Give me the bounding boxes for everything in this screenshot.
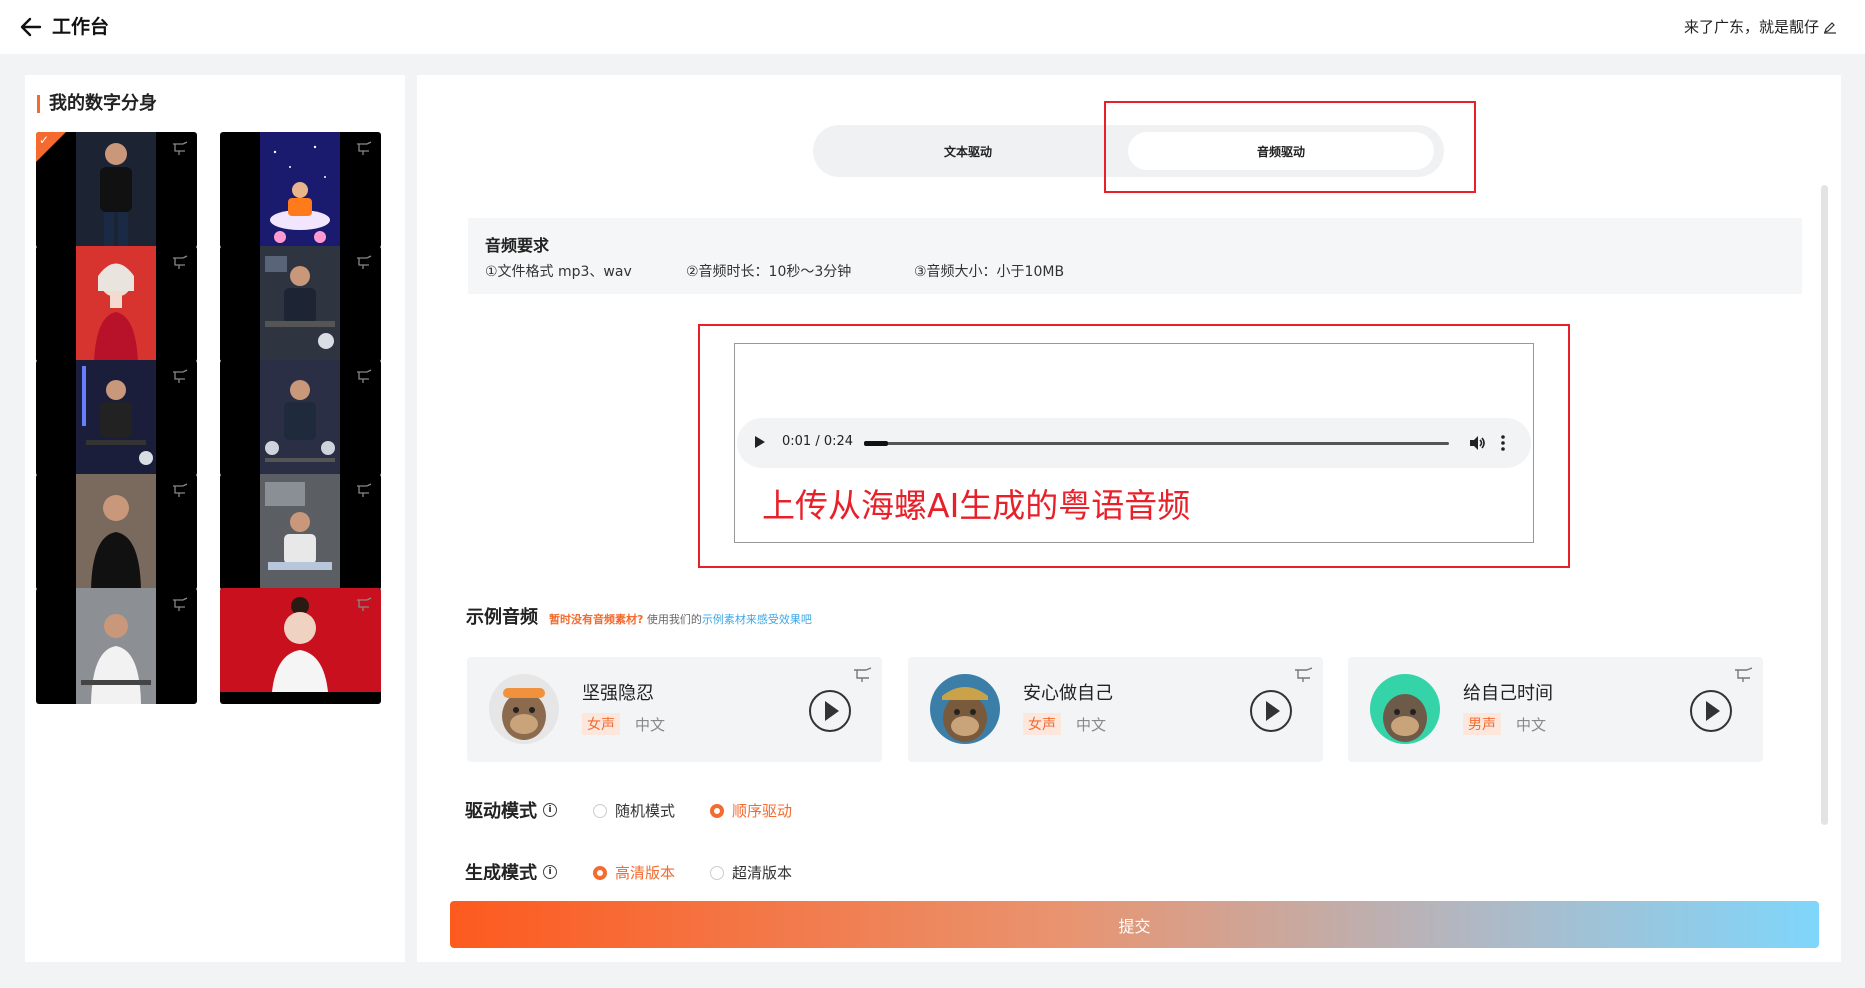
volume-icon[interactable] (1467, 433, 1487, 453)
pin-icon[interactable] (171, 596, 189, 612)
example-avatar (1370, 674, 1440, 744)
tab-text-drive[interactable]: 文本驱动 (823, 132, 1113, 170)
avatar-tile-10[interactable] (220, 588, 381, 704)
hint-link[interactable]: 示例素材来感受效果吧 (702, 613, 812, 626)
example-name: 安心做自己 (1023, 683, 1113, 704)
radio-random-mode[interactable]: 随机模式 (593, 800, 675, 821)
pin-icon[interactable] (355, 596, 373, 612)
example-card-3[interactable]: 给自己时间 男声 中文 (1348, 657, 1763, 762)
example-name: 给自己时间 (1463, 683, 1553, 704)
avatar-tile-8[interactable] (220, 474, 381, 590)
example-avatar (930, 674, 1000, 744)
hint-prefix: 暂时没有音频素材? (549, 613, 644, 626)
avatar-tile-1[interactable]: ✓ (36, 132, 197, 248)
sidebar-title: 我的数字分身 (37, 93, 157, 115)
requirement-format: ①文件格式 mp3、wav (485, 264, 632, 280)
pin-icon[interactable] (1733, 665, 1755, 683)
play-icon[interactable] (755, 436, 765, 448)
seek-progress (864, 441, 889, 446)
info-icon[interactable]: i (543, 865, 557, 879)
play-button[interactable] (809, 690, 851, 732)
edit-pencil-icon[interactable] (1823, 20, 1837, 34)
requirement-duration: ②音频时长：10秒～3分钟 (686, 264, 852, 280)
gender-badge: 女声 (1023, 713, 1061, 735)
avatar-tile-4[interactable] (220, 246, 381, 362)
play-button[interactable] (1250, 690, 1292, 732)
annotation-text: 上传从海螺AI生成的粤语音频 (762, 486, 1191, 525)
top-bar: 工作台 来了广东，就是靓仔 (0, 0, 1865, 54)
drive-mode-label: 驱动模式 i (465, 797, 557, 823)
requirement-size: ③音频大小：小于10MB (914, 264, 1065, 280)
footer-mask (418, 880, 1821, 900)
examples-hint: 暂时没有音频素材? 使用我们的示例素材来感受效果吧 (549, 611, 812, 627)
gender-badge: 女声 (582, 713, 620, 735)
avatar-tile-7[interactable] (36, 474, 197, 590)
radio-dot (710, 803, 724, 818)
radio-dot (593, 803, 607, 818)
avatar-sidebar: 我的数字分身 ✓ (25, 75, 405, 962)
user-name: 来了广东，就是靓仔 (1683, 18, 1819, 36)
avatar-tile-9[interactable] (36, 588, 197, 704)
examples-title: 示例音频 (466, 607, 538, 628)
pin-icon[interactable] (171, 140, 189, 156)
requirements-title: 音频要求 (485, 236, 550, 255)
radio-label: 顺序驱动 (732, 802, 793, 820)
pin-icon[interactable] (852, 665, 874, 683)
example-avatar (489, 674, 559, 744)
radio-sequential-mode[interactable]: 顺序驱动 (710, 800, 792, 821)
seek-bar[interactable] (864, 441, 1449, 446)
radio-label: 随机模式 (615, 802, 676, 820)
avatar-tile-3[interactable] (36, 246, 197, 362)
radio-dot (710, 865, 724, 880)
more-options-icon[interactable] (1499, 433, 1507, 453)
page-title: 工作台 (52, 16, 110, 38)
pin-icon[interactable] (171, 482, 189, 498)
language-label: 中文 (1076, 716, 1107, 734)
example-name: 坚强隐忍 (582, 683, 654, 704)
highlight-box (1104, 101, 1476, 193)
arrow-left-icon[interactable] (18, 14, 44, 40)
radio-dot (593, 865, 607, 880)
pin-icon[interactable] (355, 368, 373, 384)
user-name-area[interactable]: 来了广东，就是靓仔 (1684, 16, 1837, 38)
audio-player: 0:01 / 0:24 (737, 418, 1531, 468)
player-time: 0:01 / 0:24 (782, 434, 854, 449)
drive-mode-text: 驱动模式 (465, 801, 537, 822)
pin-icon[interactable] (171, 254, 189, 270)
check-icon: ✓ (39, 133, 50, 147)
example-card-1[interactable]: 坚强隐忍 女声 中文 (467, 657, 882, 762)
pin-icon[interactable] (1293, 665, 1315, 683)
play-button[interactable] (1690, 690, 1732, 732)
hint-middle: 使用我们的 (646, 613, 702, 626)
language-label: 中文 (635, 716, 666, 734)
info-icon[interactable]: i (543, 803, 557, 817)
gender-badge: 男声 (1463, 713, 1501, 735)
language-label: 中文 (1516, 716, 1547, 734)
scrollbar[interactable] (1821, 185, 1828, 825)
example-card-2[interactable]: 安心做自己 女声 中文 (908, 657, 1323, 762)
audio-requirements: 音频要求 ①文件格式 mp3、wav ②音频时长：10秒～3分钟 ③音频大小：小… (468, 218, 1802, 294)
pin-icon[interactable] (355, 254, 373, 270)
pin-icon[interactable] (355, 482, 373, 498)
avatar-tile-6[interactable] (220, 360, 381, 476)
avatar-tile-5[interactable] (36, 360, 197, 476)
submit-button[interactable]: 提交 (450, 901, 1819, 948)
avatar-tile-2[interactable] (220, 132, 381, 248)
pin-icon[interactable] (355, 140, 373, 156)
pin-icon[interactable] (171, 368, 189, 384)
